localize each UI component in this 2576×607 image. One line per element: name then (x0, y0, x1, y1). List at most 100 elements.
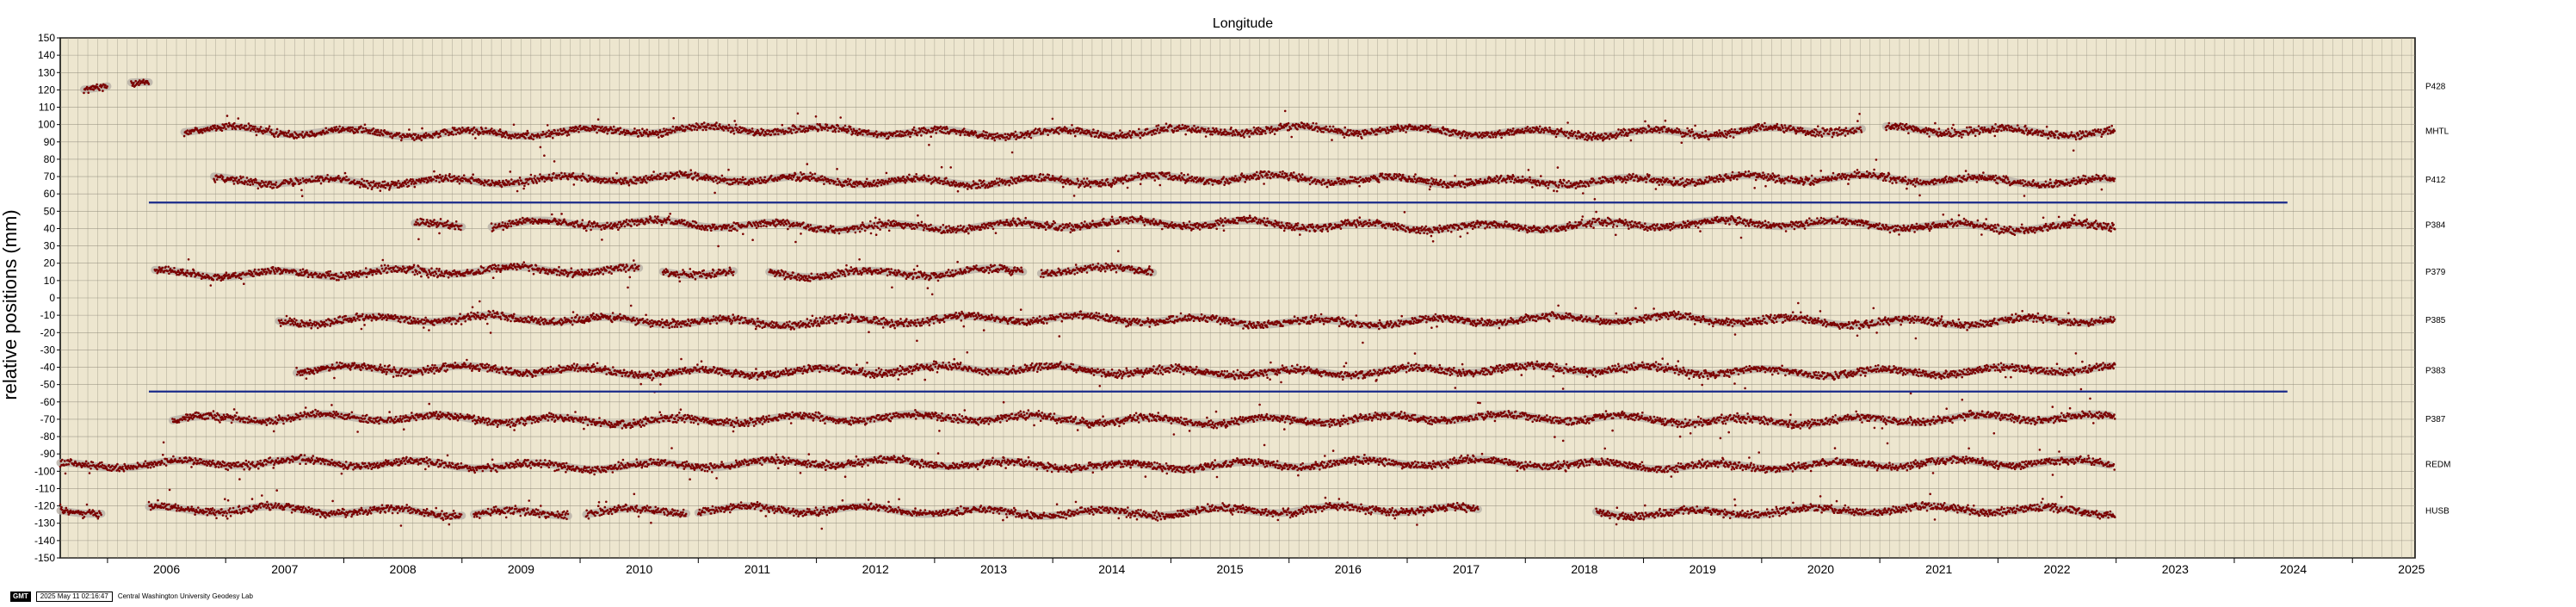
data-point (1412, 180, 1415, 183)
data-point (1658, 127, 1660, 130)
data-point (238, 181, 242, 183)
data-point (253, 127, 256, 130)
data-point (843, 184, 846, 187)
data-point (948, 184, 952, 187)
data-point (701, 122, 704, 126)
data-point (996, 132, 998, 135)
data-point (676, 171, 679, 174)
data-point (912, 128, 915, 132)
data-point (300, 195, 304, 197)
data-point (1427, 182, 1430, 185)
data-point (1717, 133, 1720, 136)
data-point (1537, 127, 1540, 131)
data-point (865, 184, 868, 188)
data-point (524, 137, 527, 139)
data-point (360, 125, 362, 128)
data-point (1860, 131, 1863, 133)
data-point (440, 177, 442, 180)
data-point (937, 177, 941, 180)
data-point (546, 124, 549, 127)
data-point (402, 184, 405, 187)
data-point (837, 183, 840, 186)
data-point (1556, 127, 1559, 131)
data-point (474, 137, 477, 139)
data-point (1703, 135, 1707, 139)
data-point (1399, 128, 1402, 132)
data-point (900, 179, 904, 182)
data-point (353, 179, 355, 182)
data-point (429, 176, 432, 179)
data-point (439, 134, 442, 138)
data-point (575, 129, 578, 133)
data-point (930, 178, 932, 182)
data-point (783, 132, 787, 135)
data-point (1832, 131, 1836, 134)
data-point (1589, 131, 1592, 134)
data-point (286, 135, 289, 138)
data-point (239, 177, 243, 180)
data-point (717, 127, 720, 130)
data-point (1465, 131, 1468, 134)
data-point (363, 123, 367, 127)
data-point (1776, 122, 1779, 126)
data-point (1232, 131, 1235, 133)
data-point (1937, 131, 1939, 133)
data-point (1682, 132, 1685, 134)
data-point (902, 134, 905, 137)
data-point (1085, 182, 1088, 185)
data-point (102, 90, 104, 92)
data-point (1649, 130, 1652, 133)
data-point (547, 173, 551, 177)
data-point (810, 175, 812, 178)
data-point (1427, 126, 1430, 128)
data-point (1271, 171, 1274, 175)
data-point (435, 179, 438, 183)
data-point (741, 176, 744, 179)
data-point (1458, 130, 1461, 133)
data-point (638, 179, 640, 182)
data-point (881, 179, 885, 183)
data-point (539, 146, 542, 149)
data-point (1280, 175, 1283, 178)
data-point (1714, 131, 1716, 134)
data-point (1288, 126, 1291, 128)
data-point (974, 131, 978, 134)
data-point (612, 125, 615, 128)
data-point (1103, 182, 1106, 185)
data-point (1230, 127, 1232, 129)
data-point (1691, 130, 1694, 133)
data-point (693, 176, 695, 179)
data-point (369, 184, 372, 187)
data-point (1481, 132, 1484, 134)
data-point (1592, 134, 1596, 138)
data-point (553, 160, 556, 163)
data-point (381, 180, 385, 183)
data-point (1621, 133, 1623, 137)
data-point (209, 126, 213, 128)
data-point (1239, 177, 1242, 180)
data-point (1177, 129, 1179, 132)
data-point (1279, 122, 1282, 126)
data-point (1152, 172, 1156, 175)
data-point (1322, 131, 1325, 133)
data-point (1288, 177, 1291, 180)
data-point (1183, 127, 1186, 130)
data-point (322, 129, 325, 132)
data-point (363, 130, 366, 133)
data-point (1714, 133, 1718, 137)
data-point (896, 130, 899, 133)
data-point (621, 180, 625, 183)
data-point (1750, 130, 1752, 133)
data-point (268, 127, 270, 130)
data-point (337, 127, 340, 131)
data-point (1386, 177, 1389, 181)
data-point (876, 178, 880, 182)
data-point (544, 133, 547, 136)
data-point (800, 125, 803, 128)
data-point (1282, 126, 1285, 129)
data-point (1193, 124, 1195, 127)
data-point (526, 129, 529, 133)
data-point (622, 182, 626, 185)
data-point (254, 125, 256, 128)
data-point (1109, 137, 1112, 139)
